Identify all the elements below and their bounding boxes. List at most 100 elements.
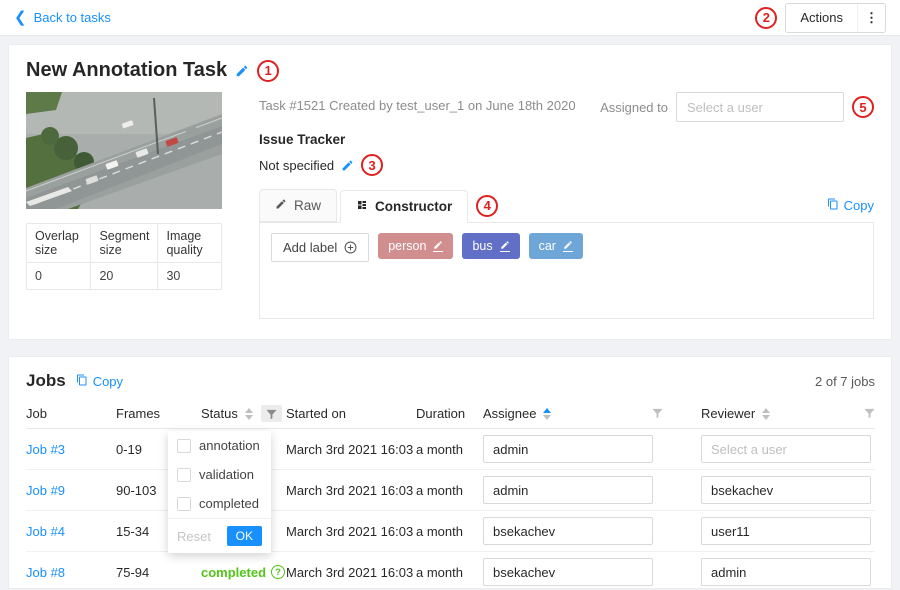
filter-option-validation-label: validation [199, 467, 254, 482]
assignee-input[interactable] [483, 517, 653, 545]
tab-raw-label: Raw [294, 198, 321, 213]
started-cell: March 3rd 2021 16:03 [286, 565, 416, 580]
status-sort-icon[interactable] [245, 408, 253, 420]
label-chip-car[interactable]: car [529, 233, 583, 259]
plus-circle-icon [344, 241, 357, 254]
add-label-button[interactable]: Add label [271, 233, 369, 262]
checkbox-completed[interactable] [177, 497, 191, 511]
back-to-tasks-link[interactable]: ❮ Back to tasks [14, 10, 111, 25]
reviewer-input[interactable] [701, 517, 871, 545]
task-card: New Annotation Task 1 [8, 44, 892, 340]
jobs-title: Jobs [26, 371, 66, 391]
copy-icon [827, 198, 839, 213]
frames-cell: 75-94 [116, 565, 201, 580]
labels-constructor-panel: Add label person bus [259, 222, 874, 319]
task-assignee-select[interactable] [676, 92, 844, 122]
copy-label: Copy [844, 198, 874, 213]
reviewer-input[interactable] [701, 558, 871, 586]
actions-button-group: Actions ⋮ [785, 3, 886, 33]
filter-reset-button[interactable]: Reset [177, 529, 211, 544]
copy-jobs-label: Copy [93, 374, 123, 389]
job-link[interactable]: Job #9 [26, 483, 65, 498]
reviewer-input[interactable] [701, 476, 871, 504]
callout-2: 2 [755, 7, 777, 29]
started-cell: March 3rd 2021 16:03 [286, 483, 416, 498]
reviewer-sort-icon[interactable] [762, 408, 770, 420]
more-menu-button[interactable]: ⋮ [857, 4, 885, 32]
callout-5: 5 [852, 96, 874, 118]
job-link[interactable]: Job #4 [26, 524, 65, 539]
copy-labels-link[interactable]: Copy [827, 198, 874, 213]
filter-option-validation[interactable]: validation [168, 460, 271, 489]
col-job: Job [26, 406, 47, 421]
pencil-icon [275, 198, 287, 213]
filter-option-annotation-label: annotation [199, 438, 260, 453]
col-frames: Frames [116, 406, 160, 421]
tab-raw[interactable]: Raw [259, 189, 337, 222]
labels-tabs: Raw Constructor 4 Copy [259, 189, 874, 222]
filter-option-completed[interactable]: completed [168, 489, 271, 518]
copy-icon [76, 374, 88, 389]
jobs-count: 2 of 7 jobs [815, 374, 875, 389]
job-link[interactable]: Job #3 [26, 442, 65, 457]
label-chip-bus[interactable]: bus [462, 233, 519, 259]
task-title: New Annotation Task [26, 59, 227, 82]
issue-tracker-label: Issue Tracker [259, 132, 874, 147]
checkbox-annotation[interactable] [177, 439, 191, 453]
vertical-dots-icon: ⋮ [865, 10, 878, 25]
copy-jobs-link[interactable]: Copy [76, 374, 123, 389]
assignee-input[interactable] [483, 435, 653, 463]
filter-option-annotation[interactable]: annotation [168, 431, 271, 460]
started-cell: March 3rd 2021 16:03 [286, 524, 416, 539]
duration-cell: a month [416, 524, 483, 539]
col-duration: Duration [416, 406, 465, 421]
param-header-segment: Segment size [91, 224, 158, 263]
edit-task-name-icon[interactable] [235, 64, 249, 78]
reviewer-filter-icon[interactable] [864, 408, 875, 419]
reviewer-input[interactable] [701, 435, 871, 463]
status-filter-icon[interactable] [261, 405, 282, 422]
edit-label-icon[interactable] [500, 240, 510, 252]
assignee-input[interactable] [483, 558, 653, 586]
assignee-sort-icon[interactable] [543, 408, 551, 420]
status-text: completed [201, 565, 266, 580]
status-cell: completed ? [201, 565, 286, 580]
col-status[interactable]: Status [201, 406, 238, 421]
param-value-segment: 20 [91, 263, 158, 290]
topbar: ❮ Back to tasks 2 Actions ⋮ [0, 0, 900, 36]
duration-cell: a month [416, 483, 483, 498]
assignee-filter-icon[interactable] [652, 408, 663, 419]
param-value-quality: 30 [158, 263, 222, 290]
cvat-task-page: ❮ Back to tasks 2 Actions ⋮ New Annotati… [0, 0, 900, 590]
job-row: Job #3 0-19 March 3rd 2021 16:03 a month [26, 429, 875, 470]
edit-issue-tracker-icon[interactable] [341, 159, 354, 172]
actions-button[interactable]: Actions [786, 4, 857, 32]
label-chip-person[interactable]: person [378, 233, 453, 259]
back-label: Back to tasks [34, 10, 111, 25]
edit-label-icon[interactable] [563, 240, 573, 252]
callout-4: 4 [476, 195, 498, 217]
filter-option-completed-label: completed [199, 496, 259, 511]
assignee-input[interactable] [483, 476, 653, 504]
col-started-on: Started on [286, 406, 346, 421]
constructor-icon [356, 199, 368, 214]
filter-ok-button[interactable]: OK [227, 526, 262, 546]
label-chip-car-name: car [539, 239, 556, 253]
job-row: Job #8 75-94 completed ? March 3rd 2021 … [26, 552, 875, 589]
job-row: Job #9 90-103 March 3rd 2021 16:03 a mon… [26, 470, 875, 511]
duration-cell: a month [416, 565, 483, 580]
question-circle-icon[interactable]: ? [271, 565, 285, 579]
edit-label-icon[interactable] [433, 240, 443, 252]
job-link[interactable]: Job #8 [26, 565, 65, 580]
tab-constructor[interactable]: Constructor [340, 190, 468, 223]
assigned-to-label: Assigned to [600, 100, 668, 115]
add-label-text: Add label [283, 240, 337, 255]
task-preview-image [26, 92, 222, 209]
jobs-table-header: Job Frames Status Started on Duration As… [26, 399, 875, 429]
col-assignee[interactable]: Assignee [483, 406, 536, 421]
started-cell: March 3rd 2021 16:03 [286, 442, 416, 457]
task-meta: Task #1521 Created by test_user_1 on Jun… [259, 92, 576, 113]
checkbox-validation[interactable] [177, 468, 191, 482]
col-reviewer[interactable]: Reviewer [701, 406, 755, 421]
label-chip-person-name: person [388, 239, 426, 253]
